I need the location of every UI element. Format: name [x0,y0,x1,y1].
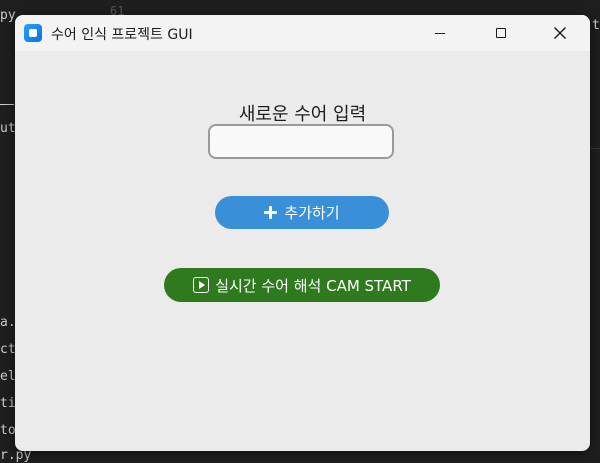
close-icon [554,27,566,39]
sign-input[interactable] [208,124,394,159]
minimize-button[interactable] [417,15,463,51]
bg-divider [0,104,14,105]
plus-icon [264,206,278,219]
add-button[interactable]: 추가하기 [215,196,389,229]
main-content: 새로운 수어 입력 추가하기 실시간 수어 해석 CAM START [15,51,590,451]
bg-editor-text: t [592,18,600,33]
cam-start-label: 실시간 수어 해석 CAM START [215,276,411,295]
maximize-icon [496,28,506,38]
app-icon [24,24,42,42]
input-heading: 새로운 수어 입력 [238,104,367,125]
cam-start-button[interactable]: 실시간 수어 해석 CAM START [164,268,440,302]
bg-file-item[interactable]: ut [0,121,16,136]
app-window: 수어 인식 프로젝트 GUI 새로운 수어 입력 추가하기 실시간 수어 해석 … [15,15,590,451]
add-button-label: 추가하기 [284,204,340,222]
close-button[interactable] [537,15,583,51]
bg-divider [590,148,600,149]
window-title: 수어 인식 프로젝트 GUI [51,27,193,43]
bg-file-tab: py [0,8,16,23]
title-bar[interactable]: 수어 인식 프로젝트 GUI [15,15,590,51]
minimize-icon [435,32,445,34]
play-icon [193,277,210,293]
maximize-button[interactable] [478,15,524,51]
